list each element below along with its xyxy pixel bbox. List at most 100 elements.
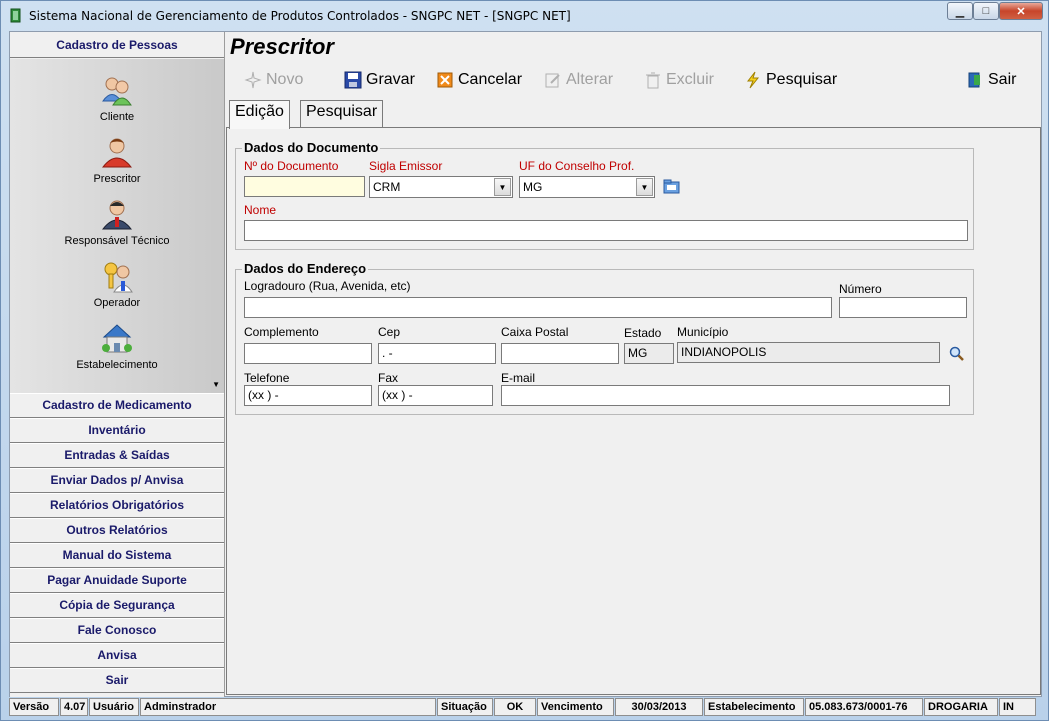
group-legend-documento: Dados do Documento	[242, 140, 381, 155]
main-content: Prescritor Novo Gravar Cancelar Alterar	[226, 32, 1042, 697]
sidebar-panel: Cliente Prescritor Responsável Técnico O…	[10, 59, 224, 393]
cancelar-button[interactable]: Cancelar	[436, 65, 522, 95]
save-icon	[344, 71, 362, 89]
pesquisar-button[interactable]: Pesquisar	[744, 65, 837, 95]
sair-label: Sair	[988, 71, 1017, 88]
municipio-label: Município	[677, 325, 729, 339]
sidebar-button-fale-conosco[interactable]: Fale Conosco	[10, 618, 224, 643]
sidebar-button-entradas-saidas[interactable]: Entradas & Saídas	[10, 443, 224, 468]
status-usuario-value: Adminstrador	[140, 698, 436, 716]
sidebar-item-label: Responsável Técnico	[64, 235, 170, 247]
numero-field[interactable]	[839, 297, 967, 318]
sidebar-item-responsavel-tecnico[interactable]: Responsável Técnico	[10, 197, 224, 247]
uf-conselho-value: MG	[523, 180, 543, 194]
tab-edicao[interactable]: Edição	[229, 100, 290, 129]
sidebar-item-label: Cliente	[99, 111, 135, 123]
edit-icon	[545, 73, 560, 88]
sidebar-button-cadastro-medicamento[interactable]: Cadastro de Medicamento	[10, 393, 224, 418]
sidebar-button-enviar-dados[interactable]: Enviar Dados p/ Anvisa	[10, 468, 224, 493]
num-documento-label: Nº do Documento	[244, 159, 339, 173]
status-versao-value: 4.07	[60, 698, 88, 716]
gravar-button[interactable]: Gravar	[344, 65, 415, 95]
sidebar-item-operador[interactable]: Operador	[10, 259, 224, 309]
sidebar-button-relatorios-obrigatorios[interactable]: Relatórios Obrigatórios	[10, 493, 224, 518]
group-legend-endereco: Dados do Endereço	[242, 261, 369, 276]
toolbar: Novo Gravar Cancelar Alterar Excluir Pes…	[226, 65, 1042, 95]
nome-label: Nome	[244, 203, 277, 217]
status-estabelecimento-value: 05.083.673/0001-76	[805, 698, 923, 716]
alterar-label: Alterar	[566, 71, 614, 88]
app-window: Sistema Nacional de Gerenciamento de Pro…	[0, 0, 1049, 721]
lookup-folder-icon[interactable]	[663, 177, 681, 195]
lightning-icon	[746, 71, 760, 89]
status-versao-label: Versão	[9, 698, 59, 716]
sidebar-item-label: Prescritor	[93, 173, 141, 185]
fax-field[interactable]: (xx ) -	[378, 385, 493, 406]
novo-button[interactable]: Novo	[244, 65, 303, 95]
tab-panel-edicao: Dados do Documento Nº do Documento Sigla…	[226, 127, 1041, 695]
status-vencimento-label: Vencimento	[537, 698, 614, 716]
chevron-down-icon: ▼	[494, 178, 511, 196]
cancelar-label: Cancelar	[458, 71, 523, 88]
minimize-button[interactable]: ▁	[947, 2, 973, 20]
search-icon[interactable]	[949, 346, 964, 361]
logradouro-label: Logradouro (Rua, Avenida, etc)	[244, 279, 411, 293]
page-title: Prescritor	[230, 34, 334, 59]
estado-label: Estado	[624, 326, 662, 340]
sidebar-button-pagar-anuidade[interactable]: Pagar Anuidade Suporte	[10, 568, 224, 593]
nome-field[interactable]	[244, 220, 968, 241]
sidebar-button-manual[interactable]: Manual do Sistema	[10, 543, 224, 568]
alterar-button[interactable]: Alterar	[544, 65, 613, 95]
telefone-label: Telefone	[244, 371, 290, 385]
group-dados-documento: Dados do Documento Nº do Documento Sigla…	[235, 140, 974, 250]
operator-icon	[104, 262, 133, 293]
title-bar: Sistema Nacional de Gerenciamento de Pro…	[1, 1, 1048, 30]
maximize-button[interactable]: □	[973, 2, 999, 20]
sidebar-item-prescritor[interactable]: Prescritor	[10, 135, 224, 185]
complemento-label: Complemento	[244, 325, 319, 339]
group-dados-endereco: Dados do Endereço Logradouro (Rua, Aveni…	[235, 261, 974, 415]
estado-field: MG	[624, 343, 674, 364]
sidebar-button-copia-seguranca[interactable]: Cópia de Segurança	[10, 593, 224, 618]
status-extra-value: IN	[999, 698, 1036, 716]
status-situacao-label: Situação	[437, 698, 493, 716]
chevron-down-icon: ▼	[636, 178, 653, 196]
sidebar-button-inventario[interactable]: Inventário	[10, 418, 224, 443]
novo-label: Novo	[266, 71, 304, 88]
sigla-emissor-label: Sigla Emissor	[369, 159, 443, 173]
caixa-postal-field[interactable]	[501, 343, 619, 364]
cancel-icon	[437, 72, 453, 88]
sigla-emissor-select[interactable]: CRM ▼	[369, 176, 513, 198]
email-label: E-mail	[501, 371, 536, 385]
new-icon	[244, 71, 262, 89]
num-documento-field[interactable]	[244, 176, 365, 197]
logradouro-field[interactable]	[244, 297, 832, 318]
complemento-field[interactable]	[244, 343, 372, 364]
uf-conselho-label: UF do Conselho Prof.	[519, 159, 635, 173]
excluir-button[interactable]: Excluir	[644, 65, 714, 95]
scroll-down-icon[interactable]: ▼	[212, 380, 220, 389]
client-area: Cadastro de Pessoas Cliente Prescritor R…	[9, 31, 1042, 697]
sidebar-button-anvisa[interactable]: Anvisa	[10, 643, 224, 668]
sidebar-item-cliente[interactable]: Cliente	[10, 73, 224, 123]
sidebar-button-sair[interactable]: Sair	[10, 668, 224, 693]
tab-pesquisar[interactable]: Pesquisar	[300, 100, 384, 128]
people-icon	[102, 77, 132, 106]
fax-label: Fax	[378, 371, 399, 385]
doctor-icon	[101, 138, 133, 168]
cep-field[interactable]: . -	[378, 343, 496, 364]
uf-conselho-select[interactable]: MG ▼	[519, 176, 655, 198]
sidebar-button-outros-relatorios[interactable]: Outros Relatórios	[10, 518, 224, 543]
trash-icon	[646, 72, 660, 89]
sidebar-item-estabelecimento[interactable]: Estabelecimento	[10, 321, 224, 371]
sair-button[interactable]: Sair	[966, 65, 1016, 95]
status-vencimento-value: 30/03/2013	[615, 698, 703, 716]
sidebar-item-label: Operador	[93, 297, 141, 309]
close-button[interactable]: ✕	[999, 2, 1043, 20]
status-estabelecimento-label: Estabelecimento	[704, 698, 804, 716]
email-field[interactable]	[501, 385, 950, 406]
telefone-field[interactable]: (xx ) -	[244, 385, 372, 406]
status-tipo-value: DROGARIA	[924, 698, 998, 716]
building-icon	[102, 324, 132, 353]
sidebar-header-cadastro-pessoas[interactable]: Cadastro de Pessoas	[10, 32, 224, 58]
